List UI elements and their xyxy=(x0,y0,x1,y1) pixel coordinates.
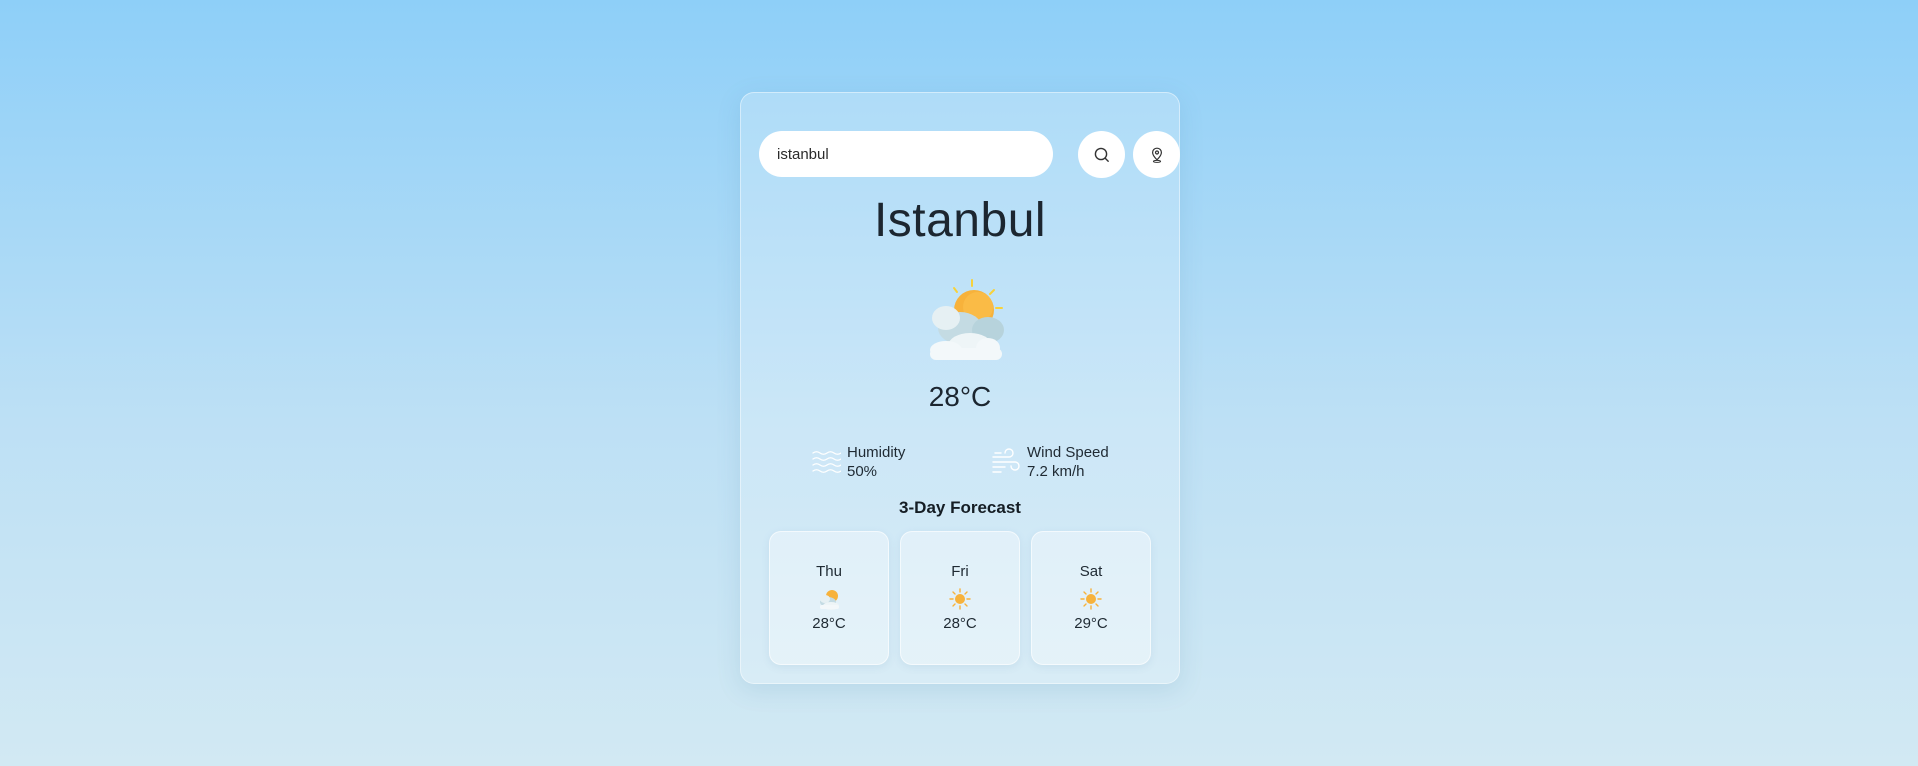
city-name: Istanbul xyxy=(873,194,1047,247)
city-search-input[interactable] xyxy=(759,131,1053,177)
wind-speed-text: Wind Speed 7.2 km/h xyxy=(1027,443,1109,481)
sun-icon xyxy=(949,588,971,610)
current-location-button[interactable] xyxy=(1133,131,1180,178)
wind-speed-detail: Wind Speed 7.2 km/h xyxy=(991,443,1109,481)
forecast-day-card: Fri 28°C xyxy=(900,531,1020,665)
location-pin-icon xyxy=(1151,147,1162,163)
humidity-label: Humidity xyxy=(847,444,906,461)
wind-icon xyxy=(992,448,1020,473)
forecast-day-name: Sat xyxy=(1079,563,1103,580)
search-icon xyxy=(1094,147,1109,162)
sun-icon xyxy=(1080,588,1102,610)
forecast-day-name: Thu xyxy=(816,563,842,580)
wind-speed-label: Wind Speed xyxy=(1027,444,1109,461)
forecast-day-card: Sat 29°C xyxy=(1031,531,1151,665)
search-button[interactable] xyxy=(1078,131,1125,178)
forecast-day-temp: 28°C xyxy=(943,615,977,632)
wind-speed-value: 7.2 km/h xyxy=(1027,463,1085,480)
forecast-day-temp: 28°C xyxy=(812,615,846,632)
forecast-day-card: Thu 28°C xyxy=(769,531,889,665)
humidity-detail: Humidity 50% xyxy=(811,443,905,481)
humidity-waves-icon xyxy=(812,451,841,473)
current-temperature: 28°C xyxy=(928,381,992,412)
humidity-text: Humidity 50% xyxy=(847,443,905,481)
forecast-list: Thu 28°C Fri 28°C Sat 29°C xyxy=(769,531,1153,667)
forecast-title: 3-Day Forecast xyxy=(899,498,1021,517)
forecast-day-temp: 29°C xyxy=(1074,615,1108,632)
weather-card: Istanbul 28°C Humidity 50% xyxy=(740,92,1180,684)
humidity-value: 50% xyxy=(847,463,878,480)
forecast-day-name: Fri xyxy=(951,563,969,580)
partly-cloudy-icon xyxy=(820,590,839,610)
partly-cloudy-icon xyxy=(930,279,1004,360)
search-bar xyxy=(759,131,1180,179)
